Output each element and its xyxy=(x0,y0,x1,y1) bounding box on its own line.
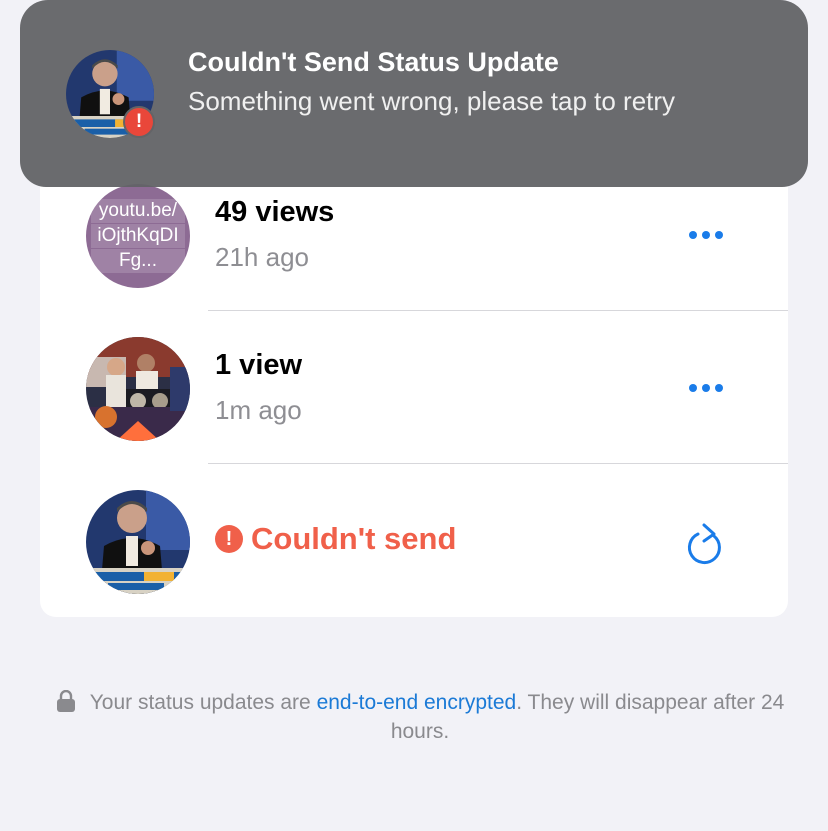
send-error: ! Couldn't send xyxy=(215,521,456,557)
my-status-list: youtu.be/ iOjthKqDI Fg... 49 views 21h a… xyxy=(40,130,788,617)
status-item-failed[interactable]: ! Couldn't send xyxy=(40,464,788,617)
more-icon xyxy=(689,384,697,392)
view-count: 49 views xyxy=(215,196,335,228)
encryption-link[interactable]: end-to-end encrypted xyxy=(317,691,517,714)
encryption-text-before: Your status updates are xyxy=(89,691,317,714)
error-text: Couldn't send xyxy=(251,521,457,556)
status-thumbnail-photo xyxy=(86,337,190,441)
status-time: 21h ago xyxy=(215,242,309,272)
thumbnail-text-line: Fg... xyxy=(91,249,185,273)
status-thumbnail-video xyxy=(86,490,190,594)
retry-button[interactable] xyxy=(680,519,732,571)
alert-icon: ! xyxy=(123,106,155,138)
encryption-notice: Your status updates are end-to-end encry… xyxy=(40,688,800,746)
status-time: 1m ago xyxy=(215,395,302,425)
more-options-button[interactable] xyxy=(680,371,732,405)
more-icon xyxy=(689,231,697,239)
status-thumbnail-link: youtu.be/ iOjthKqDI Fg... xyxy=(86,184,190,288)
view-count: 1 view xyxy=(215,349,303,381)
banner-body: Something went wrong, please tap to retr… xyxy=(188,86,676,116)
thumbnail-text-line: youtu.be/ xyxy=(91,199,185,223)
status-page: youtu.be/ iOjthKqDI Fg... 49 views 21h a… xyxy=(0,0,828,831)
status-item[interactable]: 1 view 1m ago xyxy=(40,311,788,464)
error-icon: ! xyxy=(215,525,243,553)
notification-banner[interactable]: ! Couldn't Send Status Update Something … xyxy=(20,0,808,187)
lock-icon xyxy=(56,690,75,712)
more-options-button[interactable] xyxy=(680,218,732,252)
retry-icon xyxy=(687,523,721,564)
banner-title: Couldn't Send Status Update xyxy=(188,47,559,77)
thumbnail-text-line: iOjthKqDI xyxy=(91,224,185,248)
